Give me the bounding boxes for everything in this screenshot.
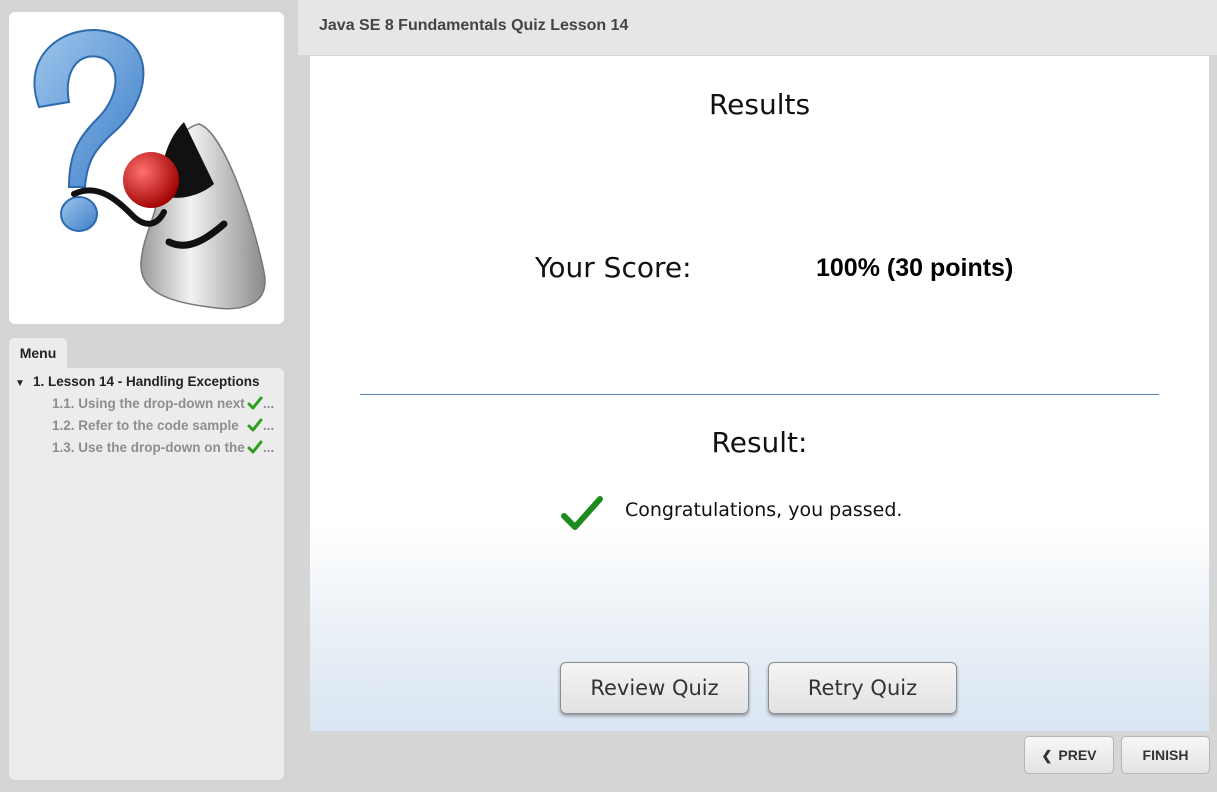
menu-item-1-1[interactable]: 1.1. Using the drop-down next ... <box>52 396 282 414</box>
result-heading: Result: <box>711 426 808 459</box>
menu-item-label: 1.3. Use the drop-down on the <box>52 440 245 455</box>
prev-button[interactable]: ❮ PREV <box>1024 736 1114 774</box>
menu-item-label: 1.1. Using the drop-down next <box>52 396 245 411</box>
score-value: 100% (30 points) <box>816 254 1014 282</box>
chevron-left-icon: ❮ <box>1041 748 1053 763</box>
menu-lesson-label: 1. Lesson 14 - Handling Exceptions <box>33 374 260 389</box>
menu-item-1-2[interactable]: 1.2. Refer to the code sample ... <box>52 418 282 436</box>
menu-item-ellipsis: ... <box>263 418 275 433</box>
menu-lesson-item[interactable]: ▼ 1. Lesson 14 - Handling Exceptions <box>15 374 281 392</box>
retry-quiz-button[interactable]: Retry Quiz <box>768 662 957 714</box>
review-quiz-button[interactable]: Review Quiz <box>560 662 749 714</box>
finish-button[interactable]: FINISH <box>1121 736 1210 774</box>
prev-button-label: PREV <box>1058 747 1097 763</box>
checkmark-icon <box>247 440 263 454</box>
menu-item-ellipsis: ... <box>263 440 275 455</box>
left-sidebar: Menu ▼ 1. Lesson 14 - Handling Exceptions… <box>0 0 298 792</box>
checkmark-icon <box>561 496 603 530</box>
checkmark-icon <box>247 418 263 432</box>
results-heading: Results <box>708 88 811 121</box>
menu-panel: ▼ 1. Lesson 14 - Handling Exceptions 1.1.… <box>9 368 284 780</box>
logo-panel <box>9 12 284 324</box>
checkmark-icon <box>247 396 263 410</box>
score-label: Your Score: <box>535 251 692 284</box>
menu-tab[interactable]: Menu <box>9 338 67 368</box>
question-mark-mascot-icon <box>33 29 266 310</box>
divider <box>360 394 1159 395</box>
results-slide: Results Your Score: 100% (30 points) Res… <box>310 56 1209 731</box>
title-bar: Java SE 8 Fundamentals Quiz Lesson 14 <box>298 0 1217 55</box>
course-title: Java SE 8 Fundamentals Quiz Lesson 14 <box>319 17 629 34</box>
menu-item-1-3[interactable]: 1.3. Use the drop-down on the ... <box>52 440 282 458</box>
triangle-down-icon[interactable]: ▼ <box>15 378 33 389</box>
menu-item-ellipsis: ... <box>263 396 275 411</box>
menu-item-label: 1.2. Refer to the code sample <box>52 418 239 433</box>
pass-message: Congratulations, you passed. <box>625 499 903 521</box>
